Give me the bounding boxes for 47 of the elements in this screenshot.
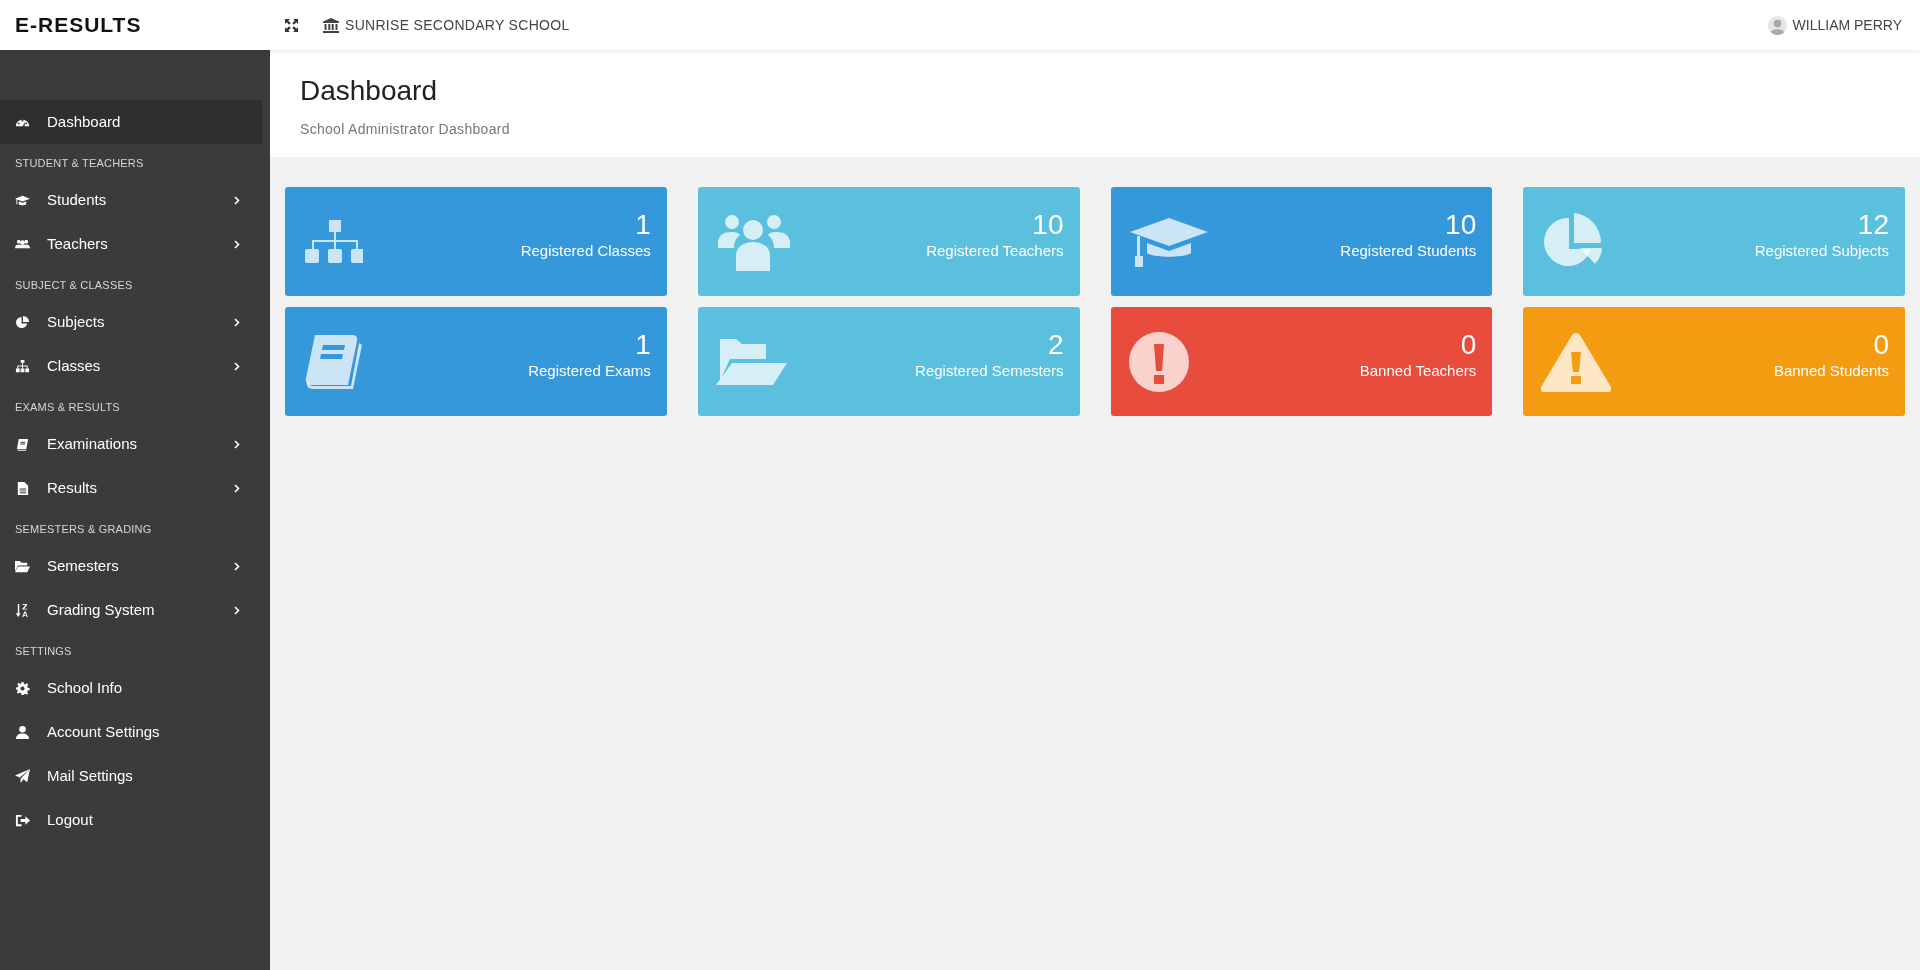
stat-label: Registered Exams — [528, 360, 651, 381]
stat-label: Banned Students — [1773, 360, 1889, 381]
gear-icon — [15, 680, 30, 696]
stat-value: 10 — [1445, 208, 1477, 241]
stat-value: 1 — [635, 328, 651, 361]
pie-chart-icon — [15, 314, 30, 330]
user-name[interactable]: WILLIAM PERRY — [1792, 14, 1902, 36]
section-heading: SUBJECT & CLASSES — [15, 277, 133, 293]
section-heading: SETTINGS — [15, 643, 72, 659]
document-icon — [15, 480, 30, 496]
stat-card[interactable]: 0 Banned Teachers — [1110, 307, 1493, 416]
stat-value: 0 — [1460, 328, 1477, 361]
folder-icon — [15, 558, 30, 574]
stat-value: 2 — [1047, 328, 1064, 361]
sitemap-icon — [303, 217, 363, 266]
brand-title: E-RESULTS — [15, 13, 142, 37]
stat-label: Registered Teachers — [926, 240, 1064, 261]
graduation-cap-icon — [1128, 216, 1209, 267]
school-name: SUNRISE SECONDARY SCHOOL — [345, 15, 570, 35]
stat-label: Banned Teachers — [1359, 360, 1477, 381]
stat-value: 10 — [1032, 208, 1064, 241]
stat-label: Registered Semesters — [915, 360, 1064, 381]
sitemap-icon — [15, 358, 30, 374]
stat-label: Registered Subjects — [1754, 240, 1889, 261]
stat-value: 1 — [635, 208, 651, 241]
stat-label: Registered Classes — [520, 240, 651, 261]
alert-circle-icon — [1128, 331, 1189, 392]
warning-icon — [1541, 331, 1612, 392]
section-heading: EXAMS & RESULTS — [15, 399, 120, 415]
users-icon — [715, 212, 792, 271]
sidebar-item[interactable]: Dashboard — [0, 100, 262, 144]
stat-value: 0 — [1873, 328, 1889, 361]
expand-icon[interactable] — [285, 18, 298, 32]
paper-plane-icon — [15, 768, 30, 784]
logout-icon — [15, 812, 30, 828]
stat-value: 12 — [1857, 208, 1889, 241]
section-heading: STUDENT & TEACHERS — [15, 155, 144, 171]
page-subtitle: School Administrator Dashboard — [300, 120, 511, 139]
stat-label: Registered Students — [1340, 240, 1477, 261]
sort-icon — [15, 602, 30, 618]
bank-icon — [323, 17, 339, 33]
user-icon — [15, 724, 30, 740]
folder-icon — [715, 336, 790, 387]
book-icon — [303, 332, 363, 391]
section-heading: SEMESTERS & GRADING — [15, 521, 152, 537]
book-icon — [15, 436, 30, 452]
page-title: Dashboard — [300, 74, 438, 108]
